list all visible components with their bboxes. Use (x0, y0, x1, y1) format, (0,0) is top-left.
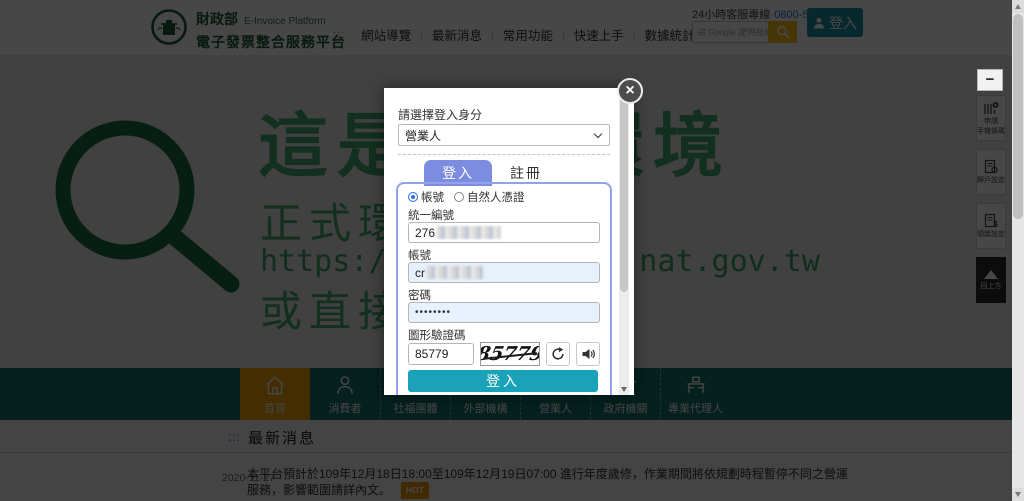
account-input[interactable]: cr (408, 262, 600, 283)
modal-scrollbar[interactable] (619, 88, 629, 395)
captcha-image: 85779 (480, 342, 540, 366)
speaker-icon (581, 347, 595, 361)
login-modal-body: 請選擇登入身分 營業人 登入 註冊 帳號 自然人憑證 (384, 88, 634, 395)
radio-citizen-cert-label: 自然人憑證 (467, 189, 525, 205)
redacted-text (437, 226, 501, 239)
close-icon[interactable]: × (617, 78, 643, 104)
radio-selected-icon (408, 192, 418, 202)
radio-unselected-icon (454, 192, 464, 202)
captcha-input[interactable]: 85779 (408, 343, 474, 365)
redacted-text (427, 266, 483, 279)
scroll-down-arrow-icon (621, 387, 627, 392)
modal-divider (398, 154, 610, 155)
password-masked-value: •••••••• (415, 307, 451, 318)
captcha-image-text: 85779 (480, 343, 540, 365)
captcha-label: 圖形驗證碼 (408, 327, 600, 340)
radio-account[interactable]: 帳號 (408, 189, 444, 205)
radio-account-label: 帳號 (421, 189, 444, 205)
scroll-up-arrow-icon[interactable] (1012, 0, 1024, 13)
login-submit-button[interactable]: 登入 (408, 370, 598, 392)
ubn-label: 統一編號 (408, 207, 600, 220)
modal-scrollbar-thumb[interactable] (620, 92, 628, 292)
identity-select-value: 營業人 (405, 127, 441, 144)
identity-select[interactable]: 營業人 (398, 124, 610, 146)
radio-citizen-cert[interactable]: 自然人憑證 (454, 189, 525, 205)
captcha-row: 85779 85779 (408, 342, 600, 366)
captcha-refresh-button[interactable] (546, 342, 570, 366)
login-form-panel: 帳號 自然人憑證 統一編號 276 帳號 cr 密碼 ••••••• (396, 182, 612, 395)
account-value: cr (415, 266, 425, 280)
page: 財政部E-Invoice Platform 電子發票整合服務平台 ::: 網站導… (0, 0, 1024, 501)
identity-select-label: 請選擇登入身分 (398, 106, 482, 123)
chevron-down-icon (594, 129, 602, 137)
password-input[interactable]: •••••••• (408, 302, 600, 323)
refresh-icon (551, 347, 565, 361)
ubn-input[interactable]: 276 (408, 222, 600, 243)
page-scrollbar[interactable] (1012, 0, 1024, 501)
login-modal: 請選擇登入身分 營業人 登入 註冊 帳號 自然人憑證 (384, 88, 634, 395)
account-label: 帳號 (408, 247, 600, 260)
captcha-audio-button[interactable] (576, 342, 600, 366)
captcha-input-value: 85779 (415, 347, 448, 361)
scroll-down-arrow-icon[interactable] (1012, 488, 1024, 501)
password-label: 密碼 (408, 287, 600, 300)
ubn-value: 276 (415, 226, 435, 240)
banner-minimize-button[interactable]: − (977, 69, 1003, 91)
page-scrollbar-thumb[interactable] (1013, 14, 1023, 219)
